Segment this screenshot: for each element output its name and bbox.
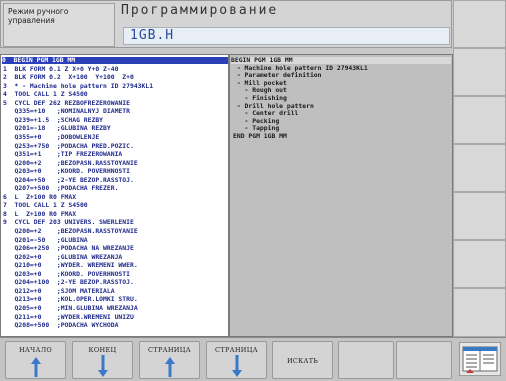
machine-mode-indicator[interactable]: Режим ручного управления [3,3,115,47]
vertical-softkey-1[interactable] [453,0,506,48]
program-line[interactable]: 6 L Z+100 R0 FMAX [3,193,76,201]
arrow-down-icon [97,355,108,377]
program-line[interactable]: Q213=+0 ;KOL.OPER.LOMKI STRU. [3,295,138,303]
program-line[interactable]: Q351=+1 ;TIP FREZEROWANIA [3,150,123,158]
header-bar: Режим ручного управления Программировани… [0,0,452,48]
vertical-softkey-5[interactable] [453,192,506,240]
program-line[interactable]: Q210=+0 ;WYDER. WREMENI WWER. [3,261,138,269]
program-line[interactable]: Q204=+100 ;2-YE BEZOP.RASSTOJ. [3,278,134,286]
program-line[interactable]: Q253=+750 ;PODACHA PRED.POZIC. [3,142,134,150]
softkey-page-up-label: СТРАНИЦА [148,346,191,354]
layout-icon-graphic [462,346,498,373]
structure-item[interactable]: END PGM 1GB MM [233,132,287,140]
program-line[interactable]: Q355=+0 ;DOBOWLENJE [3,133,100,141]
arrow-up-icon [30,357,41,377]
program-line[interactable]: 2 BLK FORM 0.2 X+100 Y+100 Z+0 [3,73,134,81]
vertical-softkey-6[interactable] [453,240,506,288]
program-line[interactable]: Q205=+0 ;MIN.GLUBINA WREZANJA [3,304,138,312]
softkey-page-down-label: СТРАНИЦА [215,346,258,354]
program-line[interactable]: Q201=-18 ;GLUBINA REZBY [3,124,111,132]
program-line[interactable]: Q208=+500 ;PODACHA WYCHODA [3,321,119,329]
softkey-empty-6[interactable] [338,341,394,379]
program-line[interactable]: Q200=+2 ;BEZOPASN.RASSTOYANIE [3,227,138,235]
split-screen-layout-icon[interactable] [459,342,501,376]
program-line[interactable]: 1 BLK FORM 0.1 Z X+0 Y+0 Z-40 [3,65,118,73]
program-editor-pane[interactable]: 0 BEGIN PGM 1GB MM 1 BLK FORM 0.1 Z X+0 Y… [0,54,229,337]
program-line[interactable]: Q201=-50 ;GLUBINA [3,236,88,244]
mode-label-line2: управления [8,16,55,25]
softkey-begin-label: НАЧАЛО [18,346,53,354]
program-line[interactable]: Q212=+0 ;SJOM MATERIALA [3,287,115,295]
softkey-search-label: ИСКАТЬ [286,357,319,365]
program-structure-pane[interactable]: BEGIN PGM 1GB MM - Machine hole pattern … [229,54,453,337]
program-line[interactable]: Q204=+50 ;2-YE BEZOP.RASSTOJ. [3,176,134,184]
vertical-softkey-2[interactable] [453,48,506,96]
program-line-selected[interactable]: 0 BEGIN PGM 1GB MM [2,56,228,65]
program-line[interactable]: 4 TOOL CALL 1 Z S4500 [3,90,88,98]
softkey-empty-7[interactable] [396,341,452,379]
softkey-search[interactable]: ИСКАТЬ [272,341,333,379]
softkey-page-up[interactable]: СТРАНИЦА [139,341,200,379]
program-line[interactable]: Q211=+0 ;WYDER.WREMENI UNIZU [3,313,134,321]
arrow-up-icon [164,357,175,377]
softkey-begin[interactable]: НАЧАЛО [5,341,66,379]
vertical-softkey-3[interactable] [453,96,506,144]
program-line[interactable]: Q207=+500 ;PODACHA FREZER. [3,184,119,192]
program-line[interactable]: 8 L Z+100 R0 FMAX [3,210,76,218]
program-line[interactable]: Q200=+2 ;BEZOPASN.RASSTOYANIE [3,159,138,167]
arrow-down-icon [231,355,242,377]
program-line[interactable]: 7 TOOL CALL 1 Z S4500 [3,201,88,209]
operating-mode-title: Программирование [121,3,279,18]
program-line[interactable]: 9 CYCL DEF 203 UNIVERS. SWERLENIE [3,219,134,227]
program-line[interactable]: Q206=+250 ;PODACHA NA WREZANJE [3,244,134,252]
softkey-end[interactable]: КОНЕЦ [72,341,133,379]
vertical-softkey-4[interactable] [453,144,506,192]
softkey-end-label: КОНЕЦ [88,346,117,354]
program-line[interactable]: 3 * - Machine hole pattern ID 27943KL1 [3,82,153,90]
program-line[interactable]: Q239=+1.5 ;SCHAG REZBY [3,116,104,124]
program-line[interactable]: Q202=+0 ;GLUBINA WREZANJA [3,253,123,261]
program-line[interactable]: Q335=+10 ;NOMINALNYJ DIAMETR [3,107,130,115]
program-filename: 1GB.H [123,27,450,45]
program-line[interactable]: 5 CYCL DEF 262 REZBOFREZEROWANIE [3,99,130,107]
mode-label-line1: Режим ручного [8,7,69,16]
vertical-softkey-7[interactable] [453,288,506,337]
program-line[interactable]: Q203=+0 ;KOORD. POVERHNOSTI [3,167,130,175]
softkey-page-down[interactable]: СТРАНИЦА [206,341,267,379]
program-line[interactable]: Q203=+0 ;KOORD. POVERHNOSTI [3,270,130,278]
